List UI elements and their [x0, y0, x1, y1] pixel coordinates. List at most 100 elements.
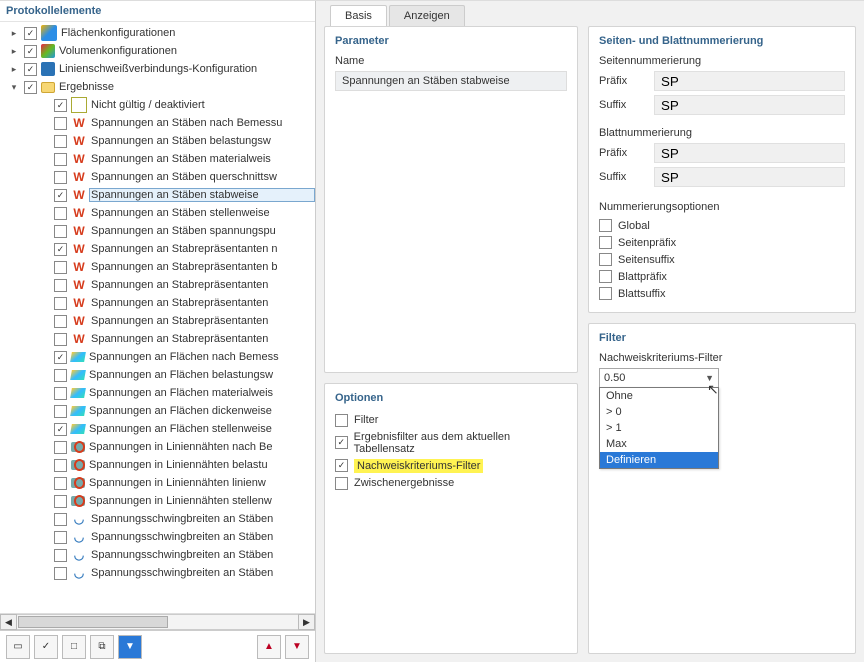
- scroll-thumb[interactable]: [18, 616, 168, 628]
- checkbox[interactable]: [54, 117, 67, 130]
- numbering-option[interactable]: Blattsuffix: [599, 285, 845, 302]
- checkbox[interactable]: [54, 207, 67, 220]
- checkbox[interactable]: [54, 459, 67, 472]
- tree-node[interactable]: Spannungen an Stabrepräsentanten: [4, 312, 315, 330]
- dropdown-item[interactable]: > 1: [600, 420, 718, 436]
- checkbox[interactable]: [54, 513, 67, 526]
- dropdown-item[interactable]: Ohne: [600, 388, 718, 404]
- option-row[interactable]: Filter: [335, 412, 567, 429]
- option-row[interactable]: Ergebnisfilter aus dem aktuellen Tabelle…: [335, 429, 567, 457]
- filter-dropdown[interactable]: Ohne> 0> 1MaxDefinieren: [599, 387, 719, 469]
- tree-node[interactable]: Spannungen an Stäben nach Bemessu: [4, 114, 315, 132]
- numbering-option[interactable]: Blattpräfix: [599, 268, 845, 285]
- numbering-option[interactable]: Global: [599, 217, 845, 234]
- checkbox[interactable]: [54, 531, 67, 544]
- tree-node[interactable]: ▸Volumenkonfigurationen: [4, 42, 315, 60]
- tree-node[interactable]: Spannungen an Stabrepräsentanten b: [4, 258, 315, 276]
- tree-node[interactable]: Spannungsschwingbreiten an Stäben: [4, 510, 315, 528]
- checkbox[interactable]: [54, 369, 67, 382]
- checkbox[interactable]: [599, 236, 612, 249]
- option-row[interactable]: Nachweiskriteriums-Filter: [335, 457, 567, 475]
- checkbox[interactable]: [599, 270, 612, 283]
- numbering-option[interactable]: Seitensuffix: [599, 251, 845, 268]
- checkbox[interactable]: [54, 405, 67, 418]
- checkbox[interactable]: [599, 287, 612, 300]
- page-suffix-field[interactable]: [654, 95, 845, 115]
- checkbox[interactable]: [335, 459, 348, 472]
- checkbox[interactable]: [54, 225, 67, 238]
- tree-node[interactable]: Spannungen an Stäben belastungsw: [4, 132, 315, 150]
- checkbox[interactable]: [54, 243, 67, 256]
- tree-node[interactable]: Spannungsschwingbreiten an Stäben: [4, 546, 315, 564]
- checkbox[interactable]: [24, 45, 37, 58]
- check-all-button[interactable]: ✓: [34, 635, 58, 659]
- tree-node[interactable]: Spannungen an Stäben spannungspu: [4, 222, 315, 240]
- tree-node[interactable]: Spannungsschwingbreiten an Stäben: [4, 564, 315, 582]
- checkbox[interactable]: [335, 436, 348, 449]
- settings-button[interactable]: ⧉: [90, 635, 114, 659]
- move-down-button[interactable]: ▼: [285, 635, 309, 659]
- tree-node[interactable]: Spannungen an Stäben querschnittsw: [4, 168, 315, 186]
- move-up-button[interactable]: ▲: [257, 635, 281, 659]
- tree-node[interactable]: Spannungen an Flächen stellenweise: [4, 420, 315, 438]
- checkbox[interactable]: [24, 81, 37, 94]
- checkbox[interactable]: [335, 414, 348, 427]
- checkbox[interactable]: [24, 63, 37, 76]
- checkbox[interactable]: [54, 189, 67, 202]
- tree-node[interactable]: Spannungsschwingbreiten an Stäben: [4, 528, 315, 546]
- tree-node[interactable]: Spannungen an Flächen materialweis: [4, 384, 315, 402]
- tree-node[interactable]: Spannungen an Stabrepräsentanten: [4, 276, 315, 294]
- tree-node[interactable]: ▸Linienschweißverbindungs-Konfiguration: [4, 60, 315, 78]
- tree-node[interactable]: Spannungen an Stäben stellenweise: [4, 204, 315, 222]
- checkbox[interactable]: [54, 153, 67, 166]
- sheet-suffix-field[interactable]: [654, 167, 845, 187]
- dropdown-item[interactable]: Definieren: [600, 452, 718, 468]
- tree-node[interactable]: Spannungen in Liniennähten linienw: [4, 474, 315, 492]
- checkbox[interactable]: [54, 441, 67, 454]
- horizontal-scrollbar[interactable]: ◀ ▶: [0, 613, 315, 630]
- tree-node[interactable]: Spannungen an Flächen nach Bemess: [4, 348, 315, 366]
- checkbox[interactable]: [54, 261, 67, 274]
- dropdown-item[interactable]: Max: [600, 436, 718, 452]
- checkbox[interactable]: [54, 333, 67, 346]
- checkbox[interactable]: [54, 297, 67, 310]
- checkbox[interactable]: [335, 477, 348, 490]
- tree-node[interactable]: Spannungen an Stabrepräsentanten n: [4, 240, 315, 258]
- expander-icon[interactable]: ▸: [8, 63, 20, 75]
- tree-node[interactable]: ▾Ergebnisse: [4, 78, 315, 96]
- tree-node[interactable]: Spannungen an Stäben materialweis: [4, 150, 315, 168]
- scroll-track[interactable]: [17, 614, 298, 630]
- checkbox[interactable]: [54, 279, 67, 292]
- tree-node[interactable]: Spannungen an Flächen dickenweise: [4, 402, 315, 420]
- expander-icon[interactable]: ▸: [8, 45, 20, 57]
- checkbox[interactable]: [54, 135, 67, 148]
- checkbox[interactable]: [24, 27, 37, 40]
- checkbox[interactable]: [54, 315, 67, 328]
- scroll-right-button[interactable]: ▶: [298, 614, 315, 630]
- checkbox[interactable]: [54, 387, 67, 400]
- tab-anzeigen[interactable]: Anzeigen: [389, 5, 465, 26]
- tree-node[interactable]: Nicht gültig / deaktiviert: [4, 96, 315, 114]
- dropdown-item[interactable]: > 0: [600, 404, 718, 420]
- tree-node[interactable]: Spannungen in Liniennähten belastu: [4, 456, 315, 474]
- checkbox[interactable]: [54, 99, 67, 112]
- checkbox[interactable]: [54, 423, 67, 436]
- tree-node[interactable]: Spannungen an Stabrepräsentanten: [4, 330, 315, 348]
- checkbox[interactable]: [54, 495, 67, 508]
- page-prefix-field[interactable]: [654, 71, 845, 91]
- tree-node[interactable]: Spannungen an Flächen belastungsw: [4, 366, 315, 384]
- checkbox[interactable]: [54, 171, 67, 184]
- tree-node[interactable]: Spannungen in Liniennähten stellenw: [4, 492, 315, 510]
- tree-node[interactable]: Spannungen an Stäben stabweise: [4, 186, 315, 204]
- expand-all-button[interactable]: ▭: [6, 635, 30, 659]
- checkbox[interactable]: [54, 549, 67, 562]
- checkbox[interactable]: [54, 351, 67, 364]
- filter-select[interactable]: 0.50 ▼: [599, 368, 719, 388]
- expander-icon[interactable]: ▸: [8, 27, 20, 39]
- checkbox[interactable]: [599, 253, 612, 266]
- checkbox[interactable]: [599, 219, 612, 232]
- option-row[interactable]: Zwischenergebnisse: [335, 475, 567, 492]
- numbering-option[interactable]: Seitenpräfix: [599, 234, 845, 251]
- tab-basis[interactable]: Basis: [330, 5, 387, 26]
- checkbox[interactable]: [54, 477, 67, 490]
